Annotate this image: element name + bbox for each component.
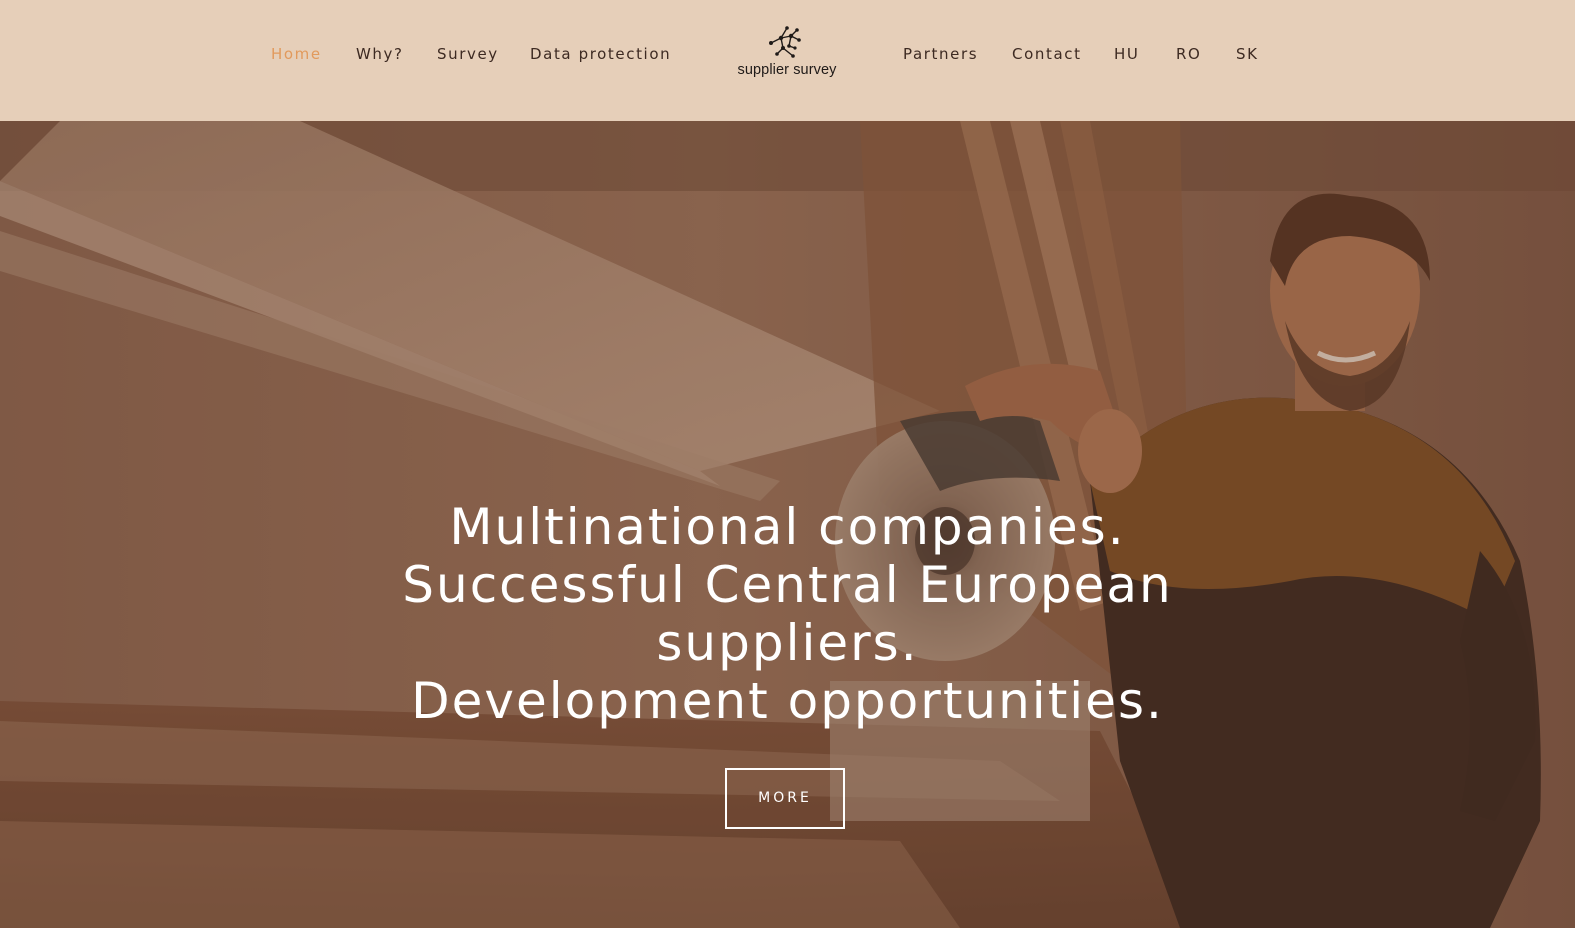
- more-button[interactable]: MORE: [725, 768, 845, 829]
- network-nodes-icon: [769, 26, 801, 58]
- site-logo[interactable]: supplier survey: [722, 26, 852, 86]
- hero-title: Multinational companies. Successful Cent…: [300, 498, 1275, 730]
- hero-title-line-1: Multinational companies.: [449, 498, 1126, 556]
- hero-title-line-3: suppliers.: [656, 614, 919, 672]
- hero-title-line-2: Successful Central European: [402, 556, 1173, 614]
- hero-title-line-4: Development opportunities.: [411, 672, 1164, 730]
- nav-data-protection[interactable]: Data protection: [530, 45, 671, 63]
- nav-why[interactable]: Why?: [356, 45, 404, 63]
- nav-home[interactable]: Home: [271, 45, 322, 63]
- top-navigation: Home Why? Survey Data protection supplie…: [0, 0, 1575, 121]
- nav-lang-sk[interactable]: SK: [1236, 45, 1259, 63]
- logo-text: supplier survey: [737, 62, 837, 78]
- nav-partners[interactable]: Partners: [903, 45, 978, 63]
- nav-contact[interactable]: Contact: [1012, 45, 1082, 63]
- nav-lang-hu[interactable]: HU: [1114, 45, 1139, 63]
- nav-lang-ro[interactable]: RO: [1176, 45, 1201, 63]
- hero-section: Multinational companies. Successful Cent…: [0, 121, 1575, 928]
- nav-survey[interactable]: Survey: [437, 45, 499, 63]
